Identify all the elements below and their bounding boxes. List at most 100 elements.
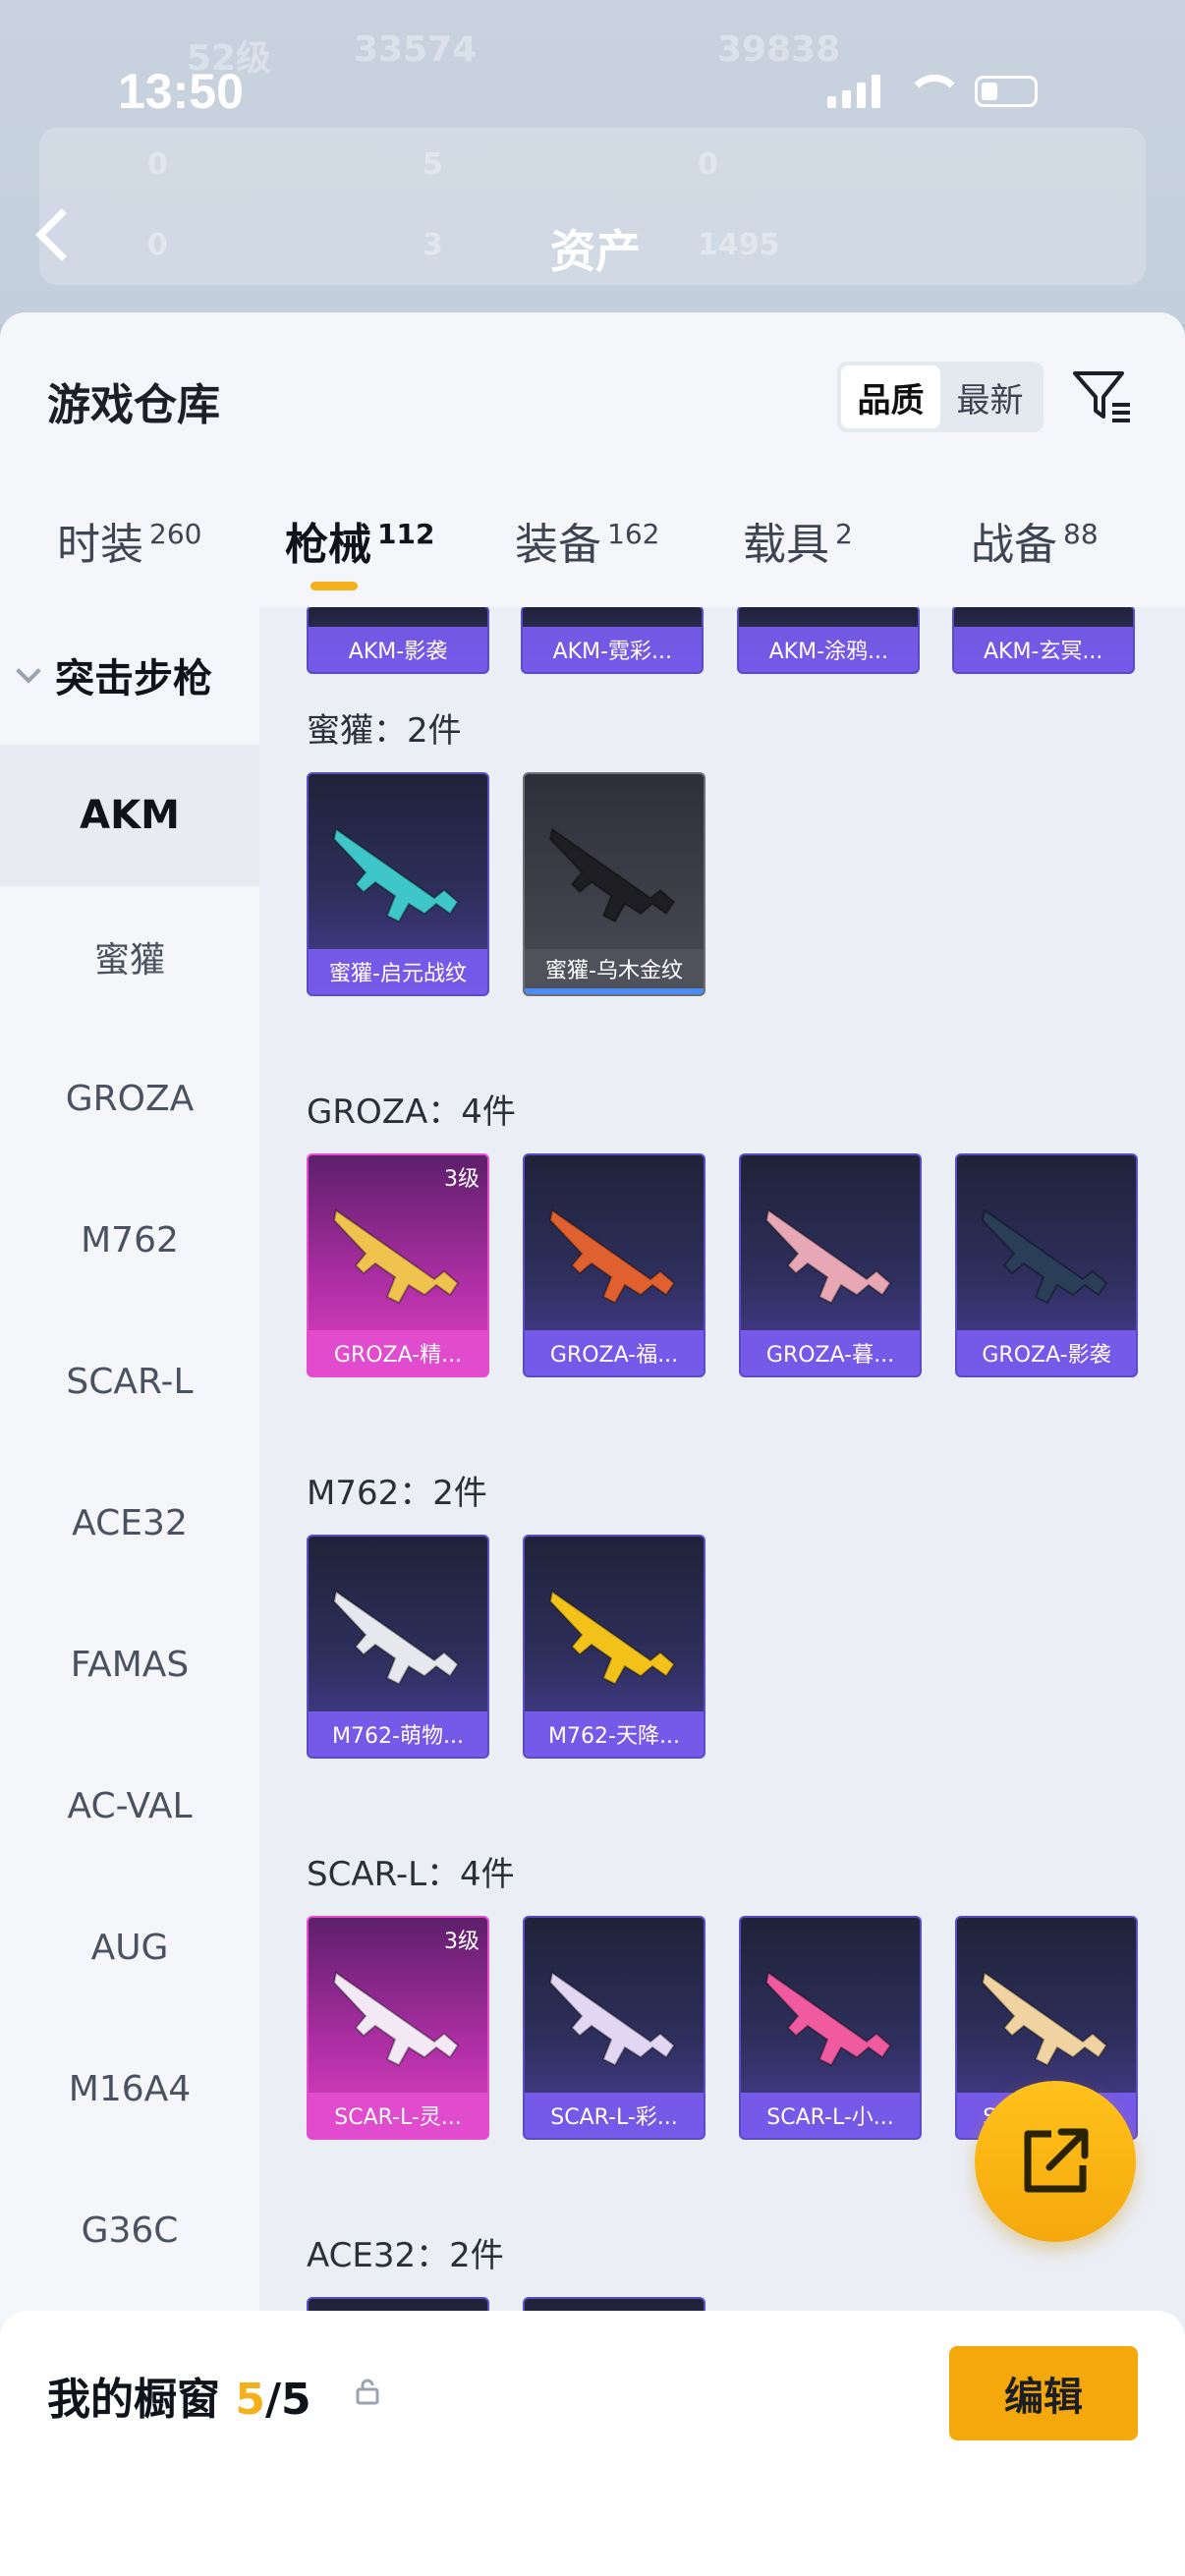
- weapon-card[interactable]: GROZA-影袭: [955, 1153, 1138, 1377]
- tab-count: 88: [1063, 518, 1099, 551]
- weapon-card[interactable]: AKM-霓彩...: [521, 607, 705, 674]
- weapon-card[interactable]: 蜜獾-乌木金纹: [523, 772, 705, 996]
- weapon-card-label: AKM-涂鸦...: [739, 627, 919, 672]
- weapon-card[interactable]: SCAR-L-小...: [739, 1916, 922, 2140]
- tab-supplies[interactable]: 战备 88: [971, 509, 1099, 572]
- showcase-bar: 我的橱窗 5/5 编辑: [0, 2311, 1185, 2576]
- section-title: M762：2件: [307, 1474, 487, 1513]
- weapon-card[interactable]: 3级 SCAR-L-灵...: [307, 1916, 489, 2140]
- showcase-title: 我的橱窗 5/5: [47, 2364, 311, 2427]
- sort-toggle: 品质 最新: [837, 362, 1044, 432]
- filter-icon[interactable]: [1071, 365, 1134, 428]
- wifi-icon: [906, 75, 963, 108]
- weapon-card-label: AKM-玄冥...: [953, 627, 1133, 672]
- tab-vehicles[interactable]: 载具 2: [743, 509, 853, 572]
- weapon-card-label: SCAR-L-小...: [741, 2093, 920, 2138]
- rifle-icon: [981, 1208, 1108, 1305]
- rifle-icon: [764, 1208, 892, 1305]
- bg-row3-c: 1495: [698, 228, 780, 262]
- bg-row2-b: 5: [423, 147, 443, 182]
- level-badge: 3级: [444, 1930, 480, 1954]
- share-button[interactable]: [975, 2081, 1136, 2242]
- tab-count: 2: [835, 518, 853, 551]
- bg-value-1: 33574: [354, 29, 478, 70]
- nav-item-5[interactable]: ACE32: [0, 1452, 259, 1594]
- bg-row3-b: 3: [423, 228, 443, 262]
- nav-item-4[interactable]: SCAR-L: [0, 1311, 259, 1452]
- nav-group-assault-rifles[interactable]: 突击步枪: [16, 646, 212, 703]
- sort-newest[interactable]: 最新: [940, 365, 1040, 428]
- weapon-card-label: AKM-霓彩...: [523, 627, 703, 672]
- tab-equipment[interactable]: 装备 162: [515, 509, 659, 572]
- external-link-icon: [1024, 2128, 1089, 2193]
- weapon-card-label: 蜜獾-启元战纹: [309, 949, 487, 994]
- nav-item-1[interactable]: 蜜獾: [0, 886, 259, 1028]
- lock-icon: [356, 2379, 379, 2405]
- weapon-card-label: M762-萌物...: [309, 1711, 487, 1757]
- section-title: GROZA：4件: [307, 1092, 516, 1132]
- weapon-card[interactable]: AKM-影袭: [307, 607, 489, 674]
- rifle-icon: [548, 827, 676, 924]
- weapon-card-label: GROZA-精...: [309, 1330, 487, 1375]
- showcase-count: 5: [235, 2375, 265, 2425]
- weapon-card-label: GROZA-暮...: [741, 1330, 920, 1375]
- status-time: 13:50: [118, 64, 244, 119]
- rifle-icon: [332, 1590, 460, 1686]
- tab-guns[interactable]: 枪械 112: [285, 509, 434, 572]
- rifle-icon: [981, 1971, 1108, 2067]
- bg-row3-a: 0: [147, 228, 168, 262]
- bg-value-2: 39838: [717, 29, 841, 70]
- warehouse-sheet: 游戏仓库 品质 最新 时装 260 枪械 112 装备 162 载具 2 战备 88: [0, 312, 1185, 2576]
- weapon-card[interactable]: GROZA-暮...: [739, 1153, 922, 1377]
- level-badge: 3级: [444, 1167, 480, 1192]
- bg-page-title: 资产: [550, 225, 641, 278]
- rifle-icon: [332, 827, 460, 924]
- rifle-icon: [548, 1208, 676, 1305]
- sort-quality[interactable]: 品质: [841, 365, 940, 428]
- weapon-card-label: AKM-影袭: [309, 627, 487, 672]
- weapon-card[interactable]: AKM-涂鸦...: [737, 607, 921, 674]
- weapon-card[interactable]: M762-天降...: [523, 1535, 705, 1759]
- section-title: SCAR-L：4件: [307, 1855, 515, 1894]
- sheet-header: 游戏仓库 品质 最新 时装 260 枪械 112 装备 162 载具 2 战备 88: [0, 312, 1185, 607]
- nav-item-2[interactable]: GROZA: [0, 1028, 259, 1169]
- nav-item-6[interactable]: FAMAS: [0, 1594, 259, 1735]
- signal-icon: [827, 75, 880, 108]
- weapon-card[interactable]: AKM-玄冥...: [951, 607, 1135, 674]
- showcase-label: 我的橱窗: [47, 2375, 220, 2425]
- rifle-icon: [332, 1971, 460, 2067]
- nav-item-8[interactable]: AUG: [0, 1876, 259, 2018]
- tab-label: 枪械: [285, 520, 371, 570]
- weapon-card-label: 蜜獾-乌木金纹: [525, 949, 704, 994]
- category-tabs: 时装 260 枪械 112 装备 162 载具 2 战备 88: [0, 509, 1185, 607]
- active-tab-indicator: [310, 582, 358, 590]
- background-page: 52级 33574 39838 13:50 0 5 0 0 3 资产 1495: [0, 0, 1185, 324]
- rifle-icon: [548, 1971, 676, 2067]
- weapon-card-label: GROZA-福...: [525, 1330, 704, 1375]
- tab-count: 162: [607, 518, 660, 551]
- chevron-down-icon: [16, 658, 41, 684]
- weapon-card-label: GROZA-影袭: [957, 1330, 1136, 1375]
- weapon-card[interactable]: 3级 GROZA-精...: [307, 1153, 489, 1377]
- weapon-type-nav: 突击步枪 AKM 蜜獾 GROZA M762 SCAR-L ACE32 FAMAS AC-VA…: [0, 607, 259, 2576]
- tab-count: 260: [149, 518, 202, 551]
- weapon-card[interactable]: SCAR-L-彩...: [523, 1916, 705, 2140]
- weapon-grid: AKM-影袭 AKM-霓彩... AKM-涂鸦... AKM-玄冥... 蜜獾：2件 蜜獾…: [259, 607, 1185, 2317]
- nav-item-9[interactable]: M16A4: [0, 2018, 259, 2159]
- weapon-card[interactable]: 蜜獾-启元战纹: [307, 772, 489, 996]
- bg-row2-a: 0: [147, 147, 168, 182]
- nav-item-7[interactable]: AC-VAL: [0, 1735, 259, 1876]
- tab-label: 战备: [971, 520, 1057, 570]
- edit-button[interactable]: 编辑: [949, 2346, 1138, 2440]
- weapon-card[interactable]: M762-萌物...: [307, 1535, 489, 1759]
- nav-item-10[interactable]: G36C: [0, 2159, 259, 2301]
- tab-fashion[interactable]: 时装 260: [57, 509, 201, 572]
- nav-item-3[interactable]: M762: [0, 1169, 259, 1311]
- battery-icon: [975, 76, 1038, 107]
- tab-count: 112: [377, 518, 435, 551]
- showcase-total: /5: [264, 2375, 311, 2425]
- status-icons: [827, 75, 1038, 108]
- nav-item-0[interactable]: AKM: [0, 745, 259, 886]
- weapon-card[interactable]: GROZA-福...: [523, 1153, 705, 1377]
- tab-label: 时装: [57, 520, 143, 570]
